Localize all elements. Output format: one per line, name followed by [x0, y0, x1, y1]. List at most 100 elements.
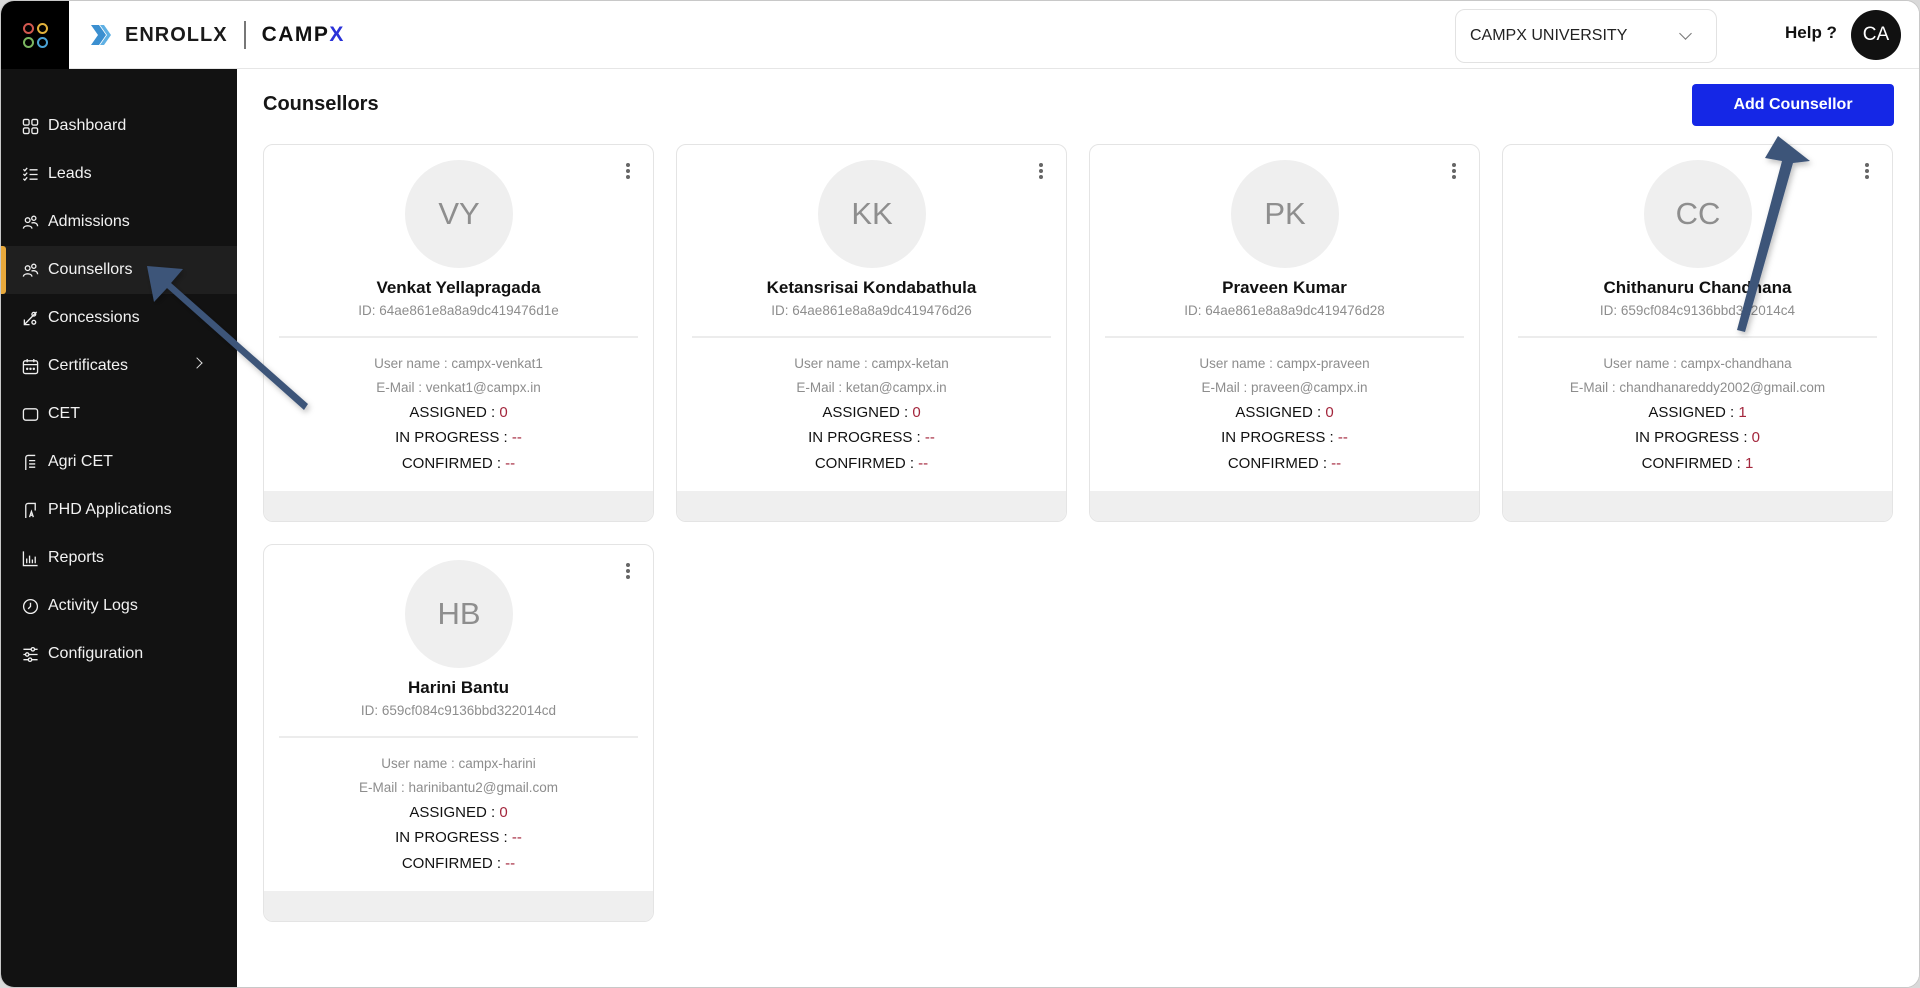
enrollx-chevron-icon: [89, 22, 115, 48]
help-link[interactable]: Help ?: [1785, 23, 1837, 43]
assigned-stat: ASSIGNED : 0: [1235, 404, 1334, 421]
card-divider: [279, 336, 638, 338]
square-icon: [21, 405, 39, 423]
in-progress-value: --: [924, 429, 935, 446]
in-progress-stat: IN PROGRESS : --: [395, 829, 522, 846]
sidebar-item-dashboard[interactable]: Dashboard: [1, 102, 237, 150]
sidebar-item-label: PHD Applications: [48, 501, 172, 518]
assigned-stat: ASSIGNED : 0: [409, 404, 508, 421]
sidebar-item-leads[interactable]: Leads: [1, 150, 237, 198]
apps-grid-icon: [22, 22, 48, 48]
assigned-value: 0: [1325, 404, 1334, 421]
percent-icon: [21, 309, 39, 327]
more-options-icon[interactable]: [1036, 161, 1046, 181]
checklist-icon: [21, 165, 39, 183]
sliders-icon: [21, 645, 39, 663]
counsellor-card: HB Harini Bantu ID: 659cf084c9136bbd3220…: [263, 544, 654, 922]
counsellor-username: User name : campx-chandhana: [1603, 356, 1792, 371]
sidebar-item-concessions[interactable]: Concessions: [1, 294, 237, 342]
sidebar: Dashboard Leads Admissions Counsellors C…: [1, 69, 237, 987]
counsellor-email: E-Mail : chandhanareddy2002@gmail.com: [1569, 380, 1826, 395]
sidebar-item-certificates[interactable]: Certificates: [1, 342, 237, 390]
counsellor-name: Ketansrisai Kondabathula: [766, 278, 977, 297]
confirmed-value: --: [1331, 455, 1342, 472]
brand-divider: [243, 21, 246, 49]
confirmed-stat: CONFIRMED : --: [401, 855, 516, 872]
more-options-icon[interactable]: [623, 561, 633, 581]
sidebar-item-activity-logs[interactable]: Activity Logs: [1, 582, 237, 630]
users-icon: [21, 261, 39, 279]
counsellor-name: Harini Bantu: [407, 678, 510, 697]
sidebar-item-reports[interactable]: Reports: [1, 534, 237, 582]
sidebar-item-counsellors[interactable]: Counsellors: [1, 246, 237, 294]
app-switcher-button[interactable]: [1, 1, 69, 69]
counsellor-email: E-Mail : venkat1@campx.in: [376, 380, 541, 395]
counsellor-id: ID: 64ae861e8a8a9dc419476d26: [771, 303, 972, 318]
sidebar-item-label: Activity Logs: [48, 597, 138, 614]
counsellor-email: E-Mail : praveen@campx.in: [1201, 380, 1368, 395]
clock-icon: [21, 597, 39, 615]
document-icon: [21, 453, 39, 471]
counsellor-avatar: VY: [405, 160, 513, 268]
more-options-icon[interactable]: [1449, 161, 1459, 181]
card-divider: [1518, 336, 1877, 338]
sidebar-nav: Dashboard Leads Admissions Counsellors C…: [1, 69, 237, 678]
counsellor-avatar: KK: [818, 160, 926, 268]
page-title: Counsellors: [263, 93, 379, 115]
confirmed-stat: CONFIRMED : 1: [1641, 455, 1754, 472]
chevron-right-icon[interactable]: [191, 357, 203, 369]
counsellor-email: E-Mail : harinibantu2@gmail.com: [358, 780, 559, 795]
sidebar-item-label: Leads: [48, 165, 92, 182]
sidebar-item-label: CET: [48, 405, 80, 422]
main-content: Counsellors Add Counsellor VY Venkat Yel…: [237, 69, 1919, 987]
assigned-stat: ASSIGNED : 1: [1648, 404, 1747, 421]
assigned-stat: ASSIGNED : 0: [822, 404, 921, 421]
sidebar-item-label: Reports: [48, 549, 105, 566]
in-progress-value: --: [511, 429, 522, 446]
sidebar-item-phd-applications[interactable]: PHD Applications: [1, 486, 237, 534]
counsellor-id: ID: 64ae861e8a8a9dc419476d1e: [358, 303, 559, 318]
top-header: ENROLLX CAMPX CAMPX UNIVERSITY Help ? CA: [1, 1, 1919, 69]
calendar-icon: [21, 357, 39, 375]
sidebar-item-admissions[interactable]: Admissions: [1, 198, 237, 246]
counsellor-name: Chithanuru Chandhana: [1603, 278, 1792, 297]
brand-logo[interactable]: ENROLLX CAMPX: [89, 19, 345, 51]
counsellor-card: CC Chithanuru Chandhana ID: 659cf084c913…: [1502, 144, 1893, 522]
more-options-icon[interactable]: [1862, 161, 1872, 181]
assigned-value: 1: [1738, 404, 1747, 421]
assigned-stat: ASSIGNED : 0: [409, 804, 508, 821]
in-progress-stat: IN PROGRESS : --: [1221, 429, 1348, 446]
assigned-value: 0: [912, 404, 921, 421]
app-window: ENROLLX CAMPX CAMPX UNIVERSITY Help ? CA…: [0, 0, 1920, 988]
bar-chart-icon: [21, 549, 39, 567]
university-select[interactable]: CAMPX UNIVERSITY: [1455, 9, 1717, 63]
card-divider: [1105, 336, 1464, 338]
counsellor-avatar: PK: [1231, 160, 1339, 268]
partner-logo: CAMPX: [261, 23, 345, 46]
sidebar-item-agri-cet[interactable]: Agri CET: [1, 438, 237, 486]
sidebar-item-label: Counsellors: [48, 261, 133, 278]
in-progress-value: --: [511, 829, 522, 846]
dashboard-icon: [21, 117, 39, 135]
sidebar-item-configuration[interactable]: Configuration: [1, 630, 237, 678]
sidebar-item-label: Agri CET: [48, 453, 113, 470]
counsellor-name: Venkat Yellapragada: [376, 278, 541, 297]
counsellor-avatar: CC: [1644, 160, 1752, 268]
card-footer: [677, 491, 1066, 521]
sidebar-item-label: Concessions: [48, 309, 140, 326]
in-progress-stat: IN PROGRESS : --: [808, 429, 935, 446]
card-divider: [279, 736, 638, 738]
counsellor-card: VY Venkat Yellapragada ID: 64ae861e8a8a9…: [263, 144, 654, 522]
user-avatar[interactable]: CA: [1851, 10, 1901, 60]
assigned-value: 0: [499, 804, 508, 821]
sidebar-item-label: Configuration: [48, 645, 144, 662]
sidebar-item-cet[interactable]: CET: [1, 390, 237, 438]
sidebar-item-label: Admissions: [48, 213, 130, 230]
users-icon: [21, 213, 39, 231]
counsellor-username: User name : campx-ketan: [794, 356, 949, 371]
card-footer: [264, 891, 653, 921]
counsellor-card: KK Ketansrisai Kondabathula ID: 64ae861e…: [676, 144, 1067, 522]
more-options-icon[interactable]: [623, 161, 633, 181]
in-progress-value: 0: [1751, 429, 1761, 446]
add-counsellor-button[interactable]: Add Counsellor: [1692, 84, 1894, 126]
